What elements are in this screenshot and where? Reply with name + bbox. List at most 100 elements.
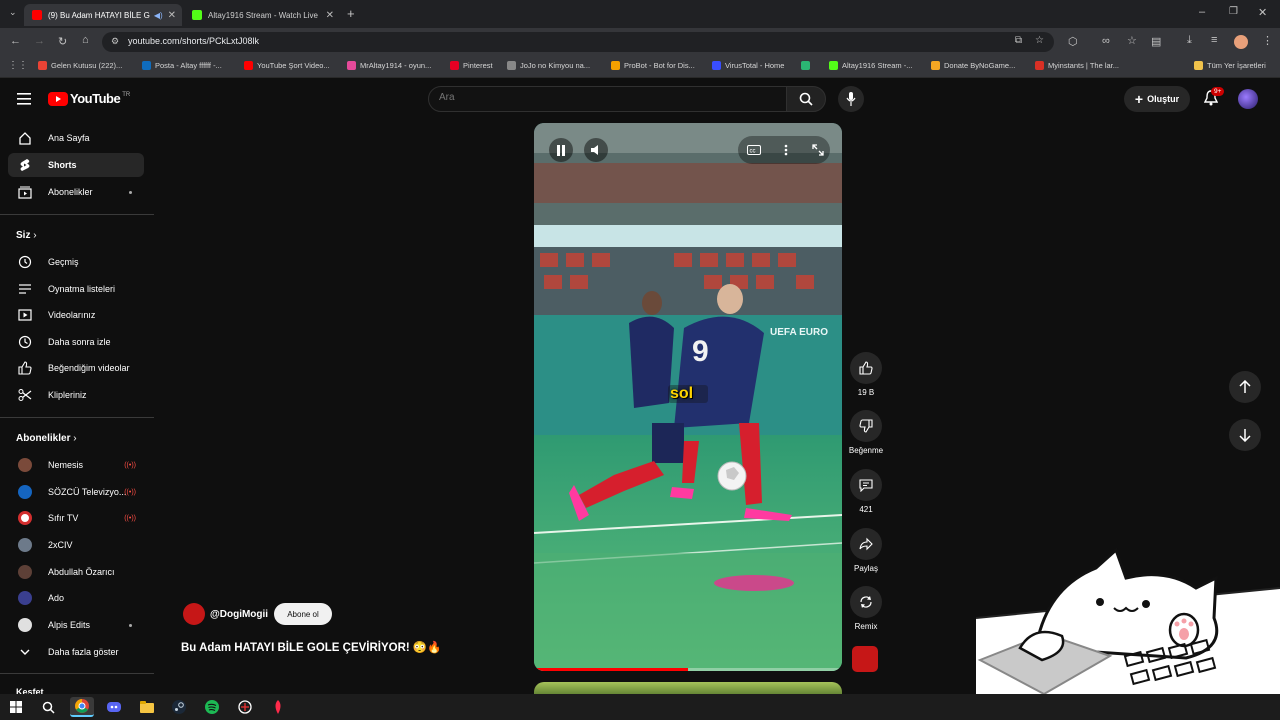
channel-avatar[interactable] — [183, 603, 205, 625]
channel-item-abdullah[interactable]: Abdullah Özarıcı — [8, 560, 144, 584]
taskbar-discord[interactable] — [104, 697, 124, 717]
sidebar-item-shorts[interactable]: Shorts — [8, 153, 144, 177]
channel-item-sozcu[interactable]: SÖZCÜ Televizyo... ((•)) — [8, 480, 144, 504]
close-tab-icon[interactable]: ✕ — [326, 10, 334, 21]
bookmark-item[interactable]: Donate ByNoGame... — [931, 61, 1015, 70]
bookmark-favicon — [931, 61, 940, 70]
sidebar-item-label: Klipleriniz — [48, 390, 87, 400]
bookmark-item[interactable]: YouTube Şort Video... — [244, 61, 330, 70]
more-options-button[interactable] — [774, 138, 798, 162]
search-button[interactable] — [786, 86, 826, 112]
captions-button[interactable]: cc — [742, 138, 766, 162]
channel-item-2xciv[interactable]: 2xCIV — [8, 533, 144, 557]
new-tab-icon[interactable]: + — [347, 6, 355, 21]
close-tab-icon[interactable]: ✕ — [168, 10, 176, 21]
youtube-logo[interactable]: YouTube TR — [48, 91, 130, 106]
profile-avatar[interactable] — [1234, 35, 1248, 49]
audio-playing-icon[interactable]: ◀) — [154, 11, 163, 20]
video-progress-bar[interactable] — [534, 668, 842, 671]
extension-icon[interactable]: ⬡ — [1068, 35, 1078, 48]
like-button[interactable]: 19 B — [846, 352, 886, 397]
share-button[interactable]: Paylaş — [846, 528, 886, 573]
start-button[interactable] — [6, 697, 26, 717]
sidebar-item-subscriptions[interactable]: Abonelikler — [8, 180, 144, 204]
search-box[interactable] — [428, 86, 787, 112]
sound-channel-thumbnail[interactable] — [852, 646, 878, 672]
bookmark-item[interactable]: Altay1916 Stream -... — [829, 61, 912, 70]
taskbar-chrome[interactable] — [70, 697, 94, 717]
sidebar-item-home[interactable]: Ana Sayfa — [8, 126, 144, 150]
minimize-icon[interactable]: – — [1199, 6, 1205, 18]
taskbar-file-explorer[interactable] — [137, 697, 157, 717]
restore-icon[interactable]: ❐ — [1229, 6, 1238, 17]
channel-item-nemesis[interactable]: Nemesis ((•)) — [8, 453, 144, 477]
apps-grid-icon[interactable]: ⋮⋮ — [8, 60, 28, 71]
hamburger-menu-icon[interactable] — [17, 93, 31, 105]
sidebar-item-your-videos[interactable]: Videolarınız — [8, 303, 144, 327]
subscribe-button[interactable]: Abone ol — [274, 603, 332, 625]
sidebar-item-clips[interactable]: Klipleriniz — [8, 383, 144, 407]
notifications-button[interactable]: 9+ — [1204, 87, 1225, 106]
next-short-button[interactable] — [1229, 419, 1261, 451]
bookmark-item[interactable] — [801, 61, 814, 70]
bookmark-item[interactable]: ProBot - Bot for Dis... — [611, 61, 695, 70]
taskbar-search-button[interactable] — [38, 697, 58, 717]
sidebar-item-playlists[interactable]: Oynatma listeleri — [8, 277, 144, 301]
reading-list-icon[interactable]: ≡ — [1211, 34, 1217, 46]
site-info-icon[interactable]: ⚙ — [111, 36, 119, 47]
bookmark-item[interactable]: VirusTotal - Home — [712, 61, 784, 70]
sidebar-item-history[interactable]: Geçmiş — [8, 250, 144, 274]
account-avatar[interactable] — [1238, 89, 1258, 109]
channel-item-alpis[interactable]: Alpis Edits — [8, 613, 144, 637]
bookmark-star-icon[interactable]: ☆ — [1035, 35, 1044, 46]
fullscreen-button[interactable] — [806, 138, 830, 162]
comments-button[interactable]: 421 — [846, 469, 886, 514]
shorts-video-player[interactable]: UEFA EURO 9 sol cc — [534, 123, 842, 671]
tab-altay-stream[interactable]: Altay1916 Stream - Watch Live ✕ — [184, 4, 340, 26]
favorites-icon[interactable]: ☆ — [1127, 34, 1137, 47]
create-button[interactable]: + Oluştur — [1124, 86, 1190, 112]
remix-button[interactable]: Remix — [846, 586, 886, 631]
bookmark-item[interactable]: Myinstants | The lar... — [1035, 61, 1119, 70]
dislike-button[interactable]: Beğenme — [846, 410, 886, 455]
section-heading-you[interactable]: Siz › — [16, 230, 37, 241]
bookmark-item[interactable]: MrAltay1914 - oyun... — [347, 61, 431, 70]
taskbar-steam[interactable] — [169, 697, 189, 717]
install-icon[interactable]: ⧉ — [1015, 35, 1022, 46]
bookmark-item[interactable]: Posta - Altay ffffff -... — [142, 61, 222, 70]
tab-youtube-short[interactable]: (9) Bu Adam HATAYI BİLE G ◀) ✕ — [24, 4, 182, 26]
pause-button[interactable] — [549, 138, 573, 162]
previous-short-button[interactable] — [1229, 371, 1261, 403]
reload-icon[interactable]: ↻ — [58, 35, 67, 48]
volume-button[interactable] — [584, 138, 608, 162]
download-icon[interactable]: ⤓ — [1187, 34, 1192, 47]
menu-kebab-icon[interactable]: ⋮ — [1262, 34, 1273, 47]
channel-item-sifir-tv[interactable]: Sıfır TV ((•)) — [8, 506, 144, 530]
tab-search-icon[interactable]: ⌄ — [9, 7, 17, 18]
search-input[interactable] — [439, 92, 769, 103]
tab-group-icon[interactable]: ▤ — [1151, 35, 1161, 48]
forward-icon[interactable]: → — [34, 35, 45, 47]
sidebar-item-watch-later[interactable]: Daha sonra izle — [8, 330, 144, 354]
home-button-icon[interactable]: ⌂ — [82, 34, 89, 46]
bookmark-folder[interactable]: Tüm Yer İşaretleri — [1194, 61, 1266, 70]
back-icon[interactable]: ← — [10, 35, 21, 47]
bookmark-item[interactable]: Pinterest — [450, 61, 493, 70]
omnibox[interactable]: ⚙ youtube.com/shorts/PCkLxtJ08lk ⧉ ☆ — [102, 32, 1054, 52]
search-icon — [799, 92, 813, 106]
taskbar-app[interactable] — [235, 697, 255, 717]
link-icon[interactable]: ∞ — [1102, 35, 1110, 47]
channel-handle[interactable]: @DogiMogii — [210, 609, 268, 620]
window-close-icon[interactable]: ✕ — [1258, 6, 1267, 19]
bookmark-item[interactable]: Gelen Kutusu (222)... — [38, 61, 122, 70]
taskbar-pin-app[interactable] — [268, 697, 288, 717]
sidebar-item-liked-videos[interactable]: Beğendiğim videolar — [8, 356, 144, 380]
bookmark-item[interactable]: JoJo no Kimyou na... — [507, 61, 590, 70]
channel-item-ado[interactable]: Ado — [8, 586, 144, 610]
section-heading-subscriptions[interactable]: Abonelikler › — [16, 433, 77, 444]
taskbar-spotify[interactable] — [202, 697, 222, 717]
live-icon: ((•)) — [124, 488, 136, 496]
voice-search-button[interactable] — [838, 86, 864, 112]
show-more-button[interactable]: Daha fazla göster — [8, 640, 144, 664]
volume-icon — [591, 145, 598, 155]
